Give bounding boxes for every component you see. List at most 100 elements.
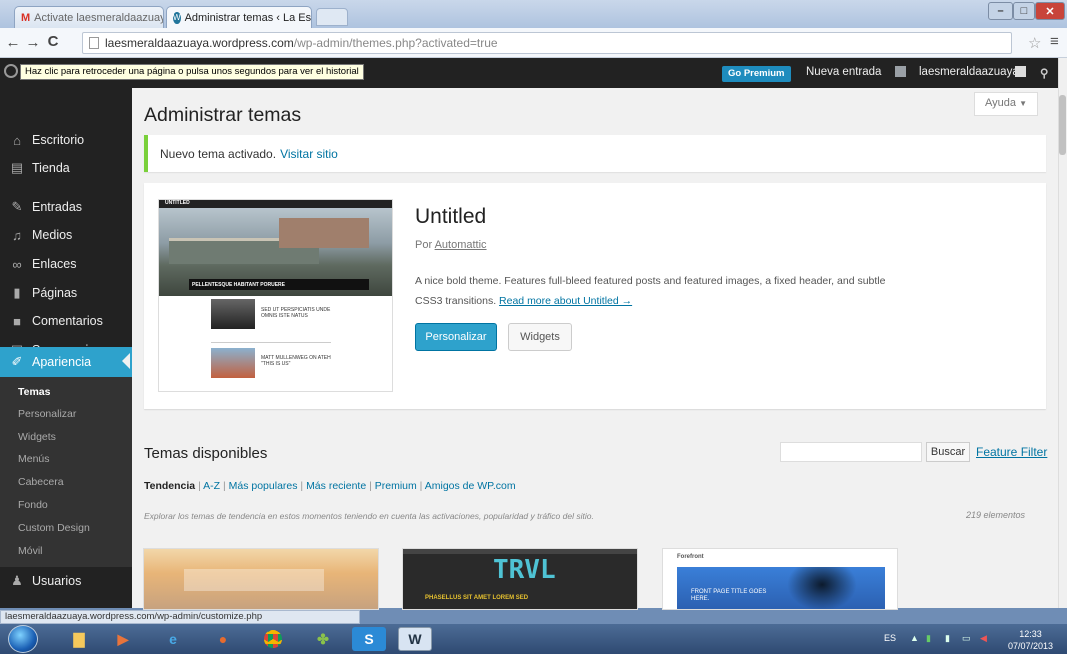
sidebar-item-apariencia[interactable]: ✐ Apariencia xyxy=(0,347,132,377)
theme-card[interactable] xyxy=(143,548,379,610)
browser-tab-wordpress[interactable]: W Administrar temas ‹ La Esi ✕ xyxy=(166,6,312,28)
submenu-fondo[interactable]: Fondo xyxy=(18,499,48,511)
preview-divider xyxy=(211,342,331,343)
network-icon[interactable]: ▮ xyxy=(926,633,931,644)
firefox-icon[interactable]: ● xyxy=(206,627,240,651)
language-indicator[interactable]: ES xyxy=(884,633,896,643)
submenu-custom-design[interactable]: Custom Design xyxy=(18,522,90,534)
preview-hero-caption: PELLENTESQUE HABITANT PORUERE xyxy=(189,279,369,290)
preview-post-image xyxy=(211,348,255,378)
word-icon[interactable]: W xyxy=(398,627,432,651)
media-player-icon[interactable]: ▶ xyxy=(106,627,140,651)
people-icon[interactable]: ✤ xyxy=(306,627,340,651)
explorer-icon[interactable]: ▇ xyxy=(62,627,96,651)
start-button[interactable] xyxy=(8,625,38,653)
users-icon: ♟ xyxy=(11,573,23,588)
username-link[interactable]: laesmeraldaazuaya xyxy=(919,66,1019,78)
customize-button[interactable]: Personalizar xyxy=(415,323,497,351)
media-icon: ♫ xyxy=(12,227,22,243)
theme-screenshot: UNTITLED PELLENTESQUE HABITANT PORUERE S… xyxy=(158,199,393,392)
clock-time: 12:33 xyxy=(1019,629,1042,639)
sidebar-item-label: Páginas xyxy=(32,286,78,300)
scrollbar-thumb[interactable] xyxy=(1059,95,1066,155)
sidebar-item-entradas[interactable]: ✎ Entradas xyxy=(0,193,132,221)
preview-logo: UNTITLED xyxy=(165,200,190,206)
new-entry-link[interactable]: Nueva entrada xyxy=(806,66,881,78)
reload-icon[interactable]: C xyxy=(44,33,62,50)
theme-author-line: Por Automattic xyxy=(415,239,487,251)
address-bar[interactable]: laesmeraldaazuaya.wordpress.com/wp-admin… xyxy=(82,32,1012,54)
volume-icon[interactable]: ◀ xyxy=(980,633,987,644)
sidebar-item-enlaces[interactable]: ∞ Enlaces xyxy=(0,250,132,278)
browser-tab-gmail[interactable]: M Activate laesmeraldaazuaya ✕ xyxy=(14,6,164,28)
system-clock[interactable]: 12:33 07/07/2013 xyxy=(1008,628,1053,652)
submenu-menus[interactable]: Menús xyxy=(18,453,50,465)
card-title: TRVL xyxy=(493,555,556,585)
sidebar-item-usuarios[interactable]: ♟ Usuarios xyxy=(0,567,132,595)
filter-premium[interactable]: Premium xyxy=(375,480,417,492)
submenu-cabecera[interactable]: Cabecera xyxy=(18,476,64,488)
help-button[interactable]: Ayuda ▼ xyxy=(974,92,1038,116)
filter-friends[interactable]: Amigos de WP.com xyxy=(425,480,516,492)
chrome-icon[interactable] xyxy=(256,627,290,651)
theme-card[interactable]: TRVL PHASELLUS SIT AMET LOREM SED xyxy=(402,548,638,610)
theme-filter-links: Tendencia | A-Z | Más populares | Más re… xyxy=(144,480,516,492)
submenu-movil[interactable]: Móvil xyxy=(18,545,43,557)
appearance-submenu xyxy=(0,377,132,567)
submenu-personalizar[interactable]: Personalizar xyxy=(18,408,76,420)
theme-search-input[interactable] xyxy=(780,442,922,462)
home-icon: ⌂ xyxy=(13,132,21,148)
ie-icon[interactable]: e xyxy=(156,627,190,651)
star-icon[interactable]: ☆ xyxy=(1028,34,1041,52)
sidebar-item-label: Apariencia xyxy=(32,355,92,369)
available-themes-title: Temas disponibles xyxy=(144,445,268,462)
search-button[interactable]: Buscar xyxy=(926,442,970,462)
filter-az[interactable]: A-Z xyxy=(203,480,220,492)
sidebar-item-escritorio[interactable]: ⌂ Escritorio xyxy=(0,126,132,154)
wordpress-icon: W xyxy=(173,11,181,24)
page-title: Administrar temas xyxy=(144,104,302,126)
notifications-icon[interactable] xyxy=(895,66,906,77)
cart-icon: ▤ xyxy=(10,160,24,175)
submenu-temas[interactable]: Temas xyxy=(18,386,51,398)
go-premium-button[interactable]: Go Premium xyxy=(722,66,791,82)
maximize-button[interactable]: □ xyxy=(1013,2,1035,20)
sidebar-item-medios[interactable]: ♫ Medios xyxy=(0,221,132,249)
preview-post-title: SED UT PERSPICIATIS UNDE OMNIS ISTE NATU… xyxy=(261,307,331,319)
current-menu-arrow xyxy=(122,353,130,369)
avatar[interactable] xyxy=(1015,66,1026,77)
read-more-link[interactable]: Read more about Untitled → xyxy=(499,295,632,307)
visit-site-link[interactable]: Visitar sitio xyxy=(280,147,338,161)
show-hidden-icons-icon[interactable]: ▲ xyxy=(910,633,919,643)
theme-author-link[interactable]: Automattic xyxy=(435,239,487,251)
sidebar-item-comentarios[interactable]: ■ Comentarios xyxy=(0,307,132,335)
new-tab-button[interactable] xyxy=(316,8,348,26)
preview-header: UNTITLED xyxy=(159,200,392,208)
menu-icon[interactable]: ≡ xyxy=(1050,33,1059,50)
back-arrow-icon[interactable]: ← xyxy=(4,34,22,51)
minimize-button[interactable]: – xyxy=(988,2,1013,20)
pin-icon: ✎ xyxy=(11,199,23,214)
filter-trending[interactable]: Tendencia xyxy=(144,480,195,492)
clock-date: 07/07/2013 xyxy=(1008,641,1054,651)
wordpress-logo-icon[interactable] xyxy=(4,64,18,78)
feature-filter-link[interactable]: Feature Filter xyxy=(976,445,1047,459)
widgets-button[interactable]: Widgets xyxy=(508,323,572,351)
skype-icon[interactable]: S xyxy=(352,627,386,651)
close-window-button[interactable]: ✕ xyxy=(1035,2,1065,20)
battery-icon[interactable]: ▮ xyxy=(945,633,950,644)
preview-post-title: MATT MULLENWEG ON ATEH "THIS IS US" xyxy=(261,355,331,367)
search-icon[interactable]: ⚲ xyxy=(1040,66,1048,80)
notice-text: Nuevo tema activado. xyxy=(160,146,277,161)
filter-popular[interactable]: Más populares xyxy=(229,480,298,492)
forward-arrow-icon[interactable]: → xyxy=(24,34,42,51)
theme-card[interactable]: Forefront FRONT PAGE TITLE GOES HERE. xyxy=(662,548,898,610)
monitor-icon[interactable]: ▭ xyxy=(962,633,971,644)
comment-icon: ■ xyxy=(13,313,21,329)
sidebar-item-label: Usuarios xyxy=(32,574,82,588)
filter-recent[interactable]: Más reciente xyxy=(306,480,366,492)
submenu-widgets[interactable]: Widgets xyxy=(18,431,56,443)
sidebar-item-tienda[interactable]: ▤ Tienda xyxy=(0,154,132,182)
gmail-icon: M xyxy=(21,11,31,24)
sidebar-item-paginas[interactable]: ▮ Páginas xyxy=(0,279,132,307)
